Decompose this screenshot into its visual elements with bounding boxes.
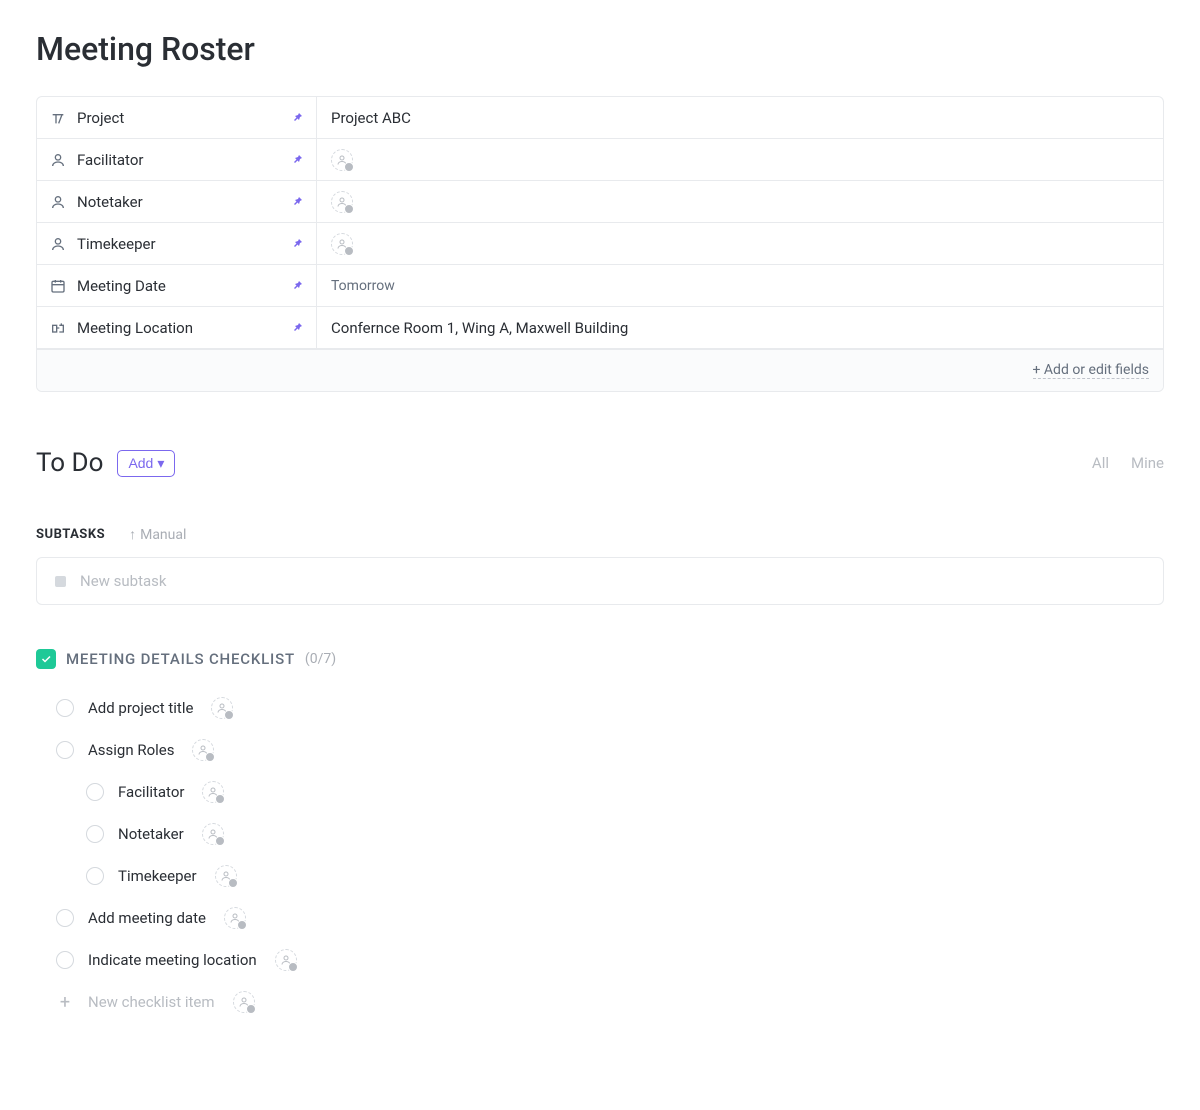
pin-icon[interactable] — [292, 235, 304, 253]
field-value[interactable]: Project ABC — [317, 97, 1163, 138]
checklist-item[interactable]: Assign Roles — [56, 729, 1164, 771]
calendar-icon — [49, 278, 67, 294]
checklist-radio[interactable] — [56, 699, 74, 717]
checklist-item-label: Facilitator — [118, 783, 184, 801]
add-button[interactable]: Add ▾ — [117, 450, 175, 477]
plus-icon: + — [56, 992, 74, 1013]
pin-icon[interactable] — [292, 277, 304, 295]
field-value[interactable] — [317, 181, 1163, 222]
chevron-down-icon: ▾ — [157, 455, 164, 472]
field-row-meeting-location: Meeting Location Confernce Room 1, Wing … — [37, 307, 1163, 349]
checklist-item-label: Notetaker — [118, 825, 184, 843]
person-icon — [49, 236, 67, 252]
empty-assignee-icon[interactable] — [275, 949, 297, 971]
field-row-meeting-date: Meeting Date Tomorrow — [37, 265, 1163, 307]
empty-assignee-icon[interactable] — [215, 865, 237, 887]
subtasks-label: SUBTASKS — [36, 527, 105, 542]
arrow-up-icon: ↑ — [129, 526, 136, 543]
pin-icon[interactable] — [292, 151, 304, 169]
new-subtask-input[interactable]: New subtask — [36, 557, 1164, 605]
location-icon — [49, 320, 67, 336]
checklist-icon — [36, 649, 56, 669]
new-checklist-item-label: New checklist item — [88, 993, 215, 1011]
checklist-item-label: Add meeting date — [88, 909, 206, 927]
checklist-header: MEETING DETAILS CHECKLIST (0/7) — [36, 649, 1164, 669]
new-subtask-placeholder: New subtask — [80, 572, 167, 590]
field-label-cell[interactable]: Meeting Date — [37, 265, 317, 306]
field-label: Notetaker — [77, 193, 143, 211]
pin-icon[interactable] — [292, 193, 304, 211]
field-label-cell[interactable]: Notetaker — [37, 181, 317, 222]
checklist-items: Add project title Assign Roles Facilitat… — [36, 687, 1164, 1023]
checklist-count: (0/7) — [305, 651, 336, 667]
todo-header: To Do Add ▾ All Mine — [36, 448, 1164, 478]
field-label: Meeting Date — [77, 277, 166, 295]
field-row-timekeeper: Timekeeper — [37, 223, 1163, 265]
subtasks-bar: SUBTASKS ↑ Manual — [36, 526, 1164, 543]
field-value[interactable]: Tomorrow — [317, 265, 1163, 306]
checklist-item[interactable]: Notetaker — [56, 813, 1164, 855]
tab-mine[interactable]: Mine — [1131, 454, 1164, 472]
field-row-project: Project Project ABC — [37, 97, 1163, 139]
empty-assignee-icon[interactable] — [331, 191, 353, 213]
fields-footer: + Add or edit fields — [37, 349, 1163, 391]
checklist-title[interactable]: MEETING DETAILS CHECKLIST — [66, 650, 295, 668]
empty-assignee-icon[interactable] — [233, 991, 255, 1013]
empty-assignee-icon[interactable] — [192, 739, 214, 761]
checklist-item[interactable]: Add meeting date — [56, 897, 1164, 939]
todo-title: To Do — [36, 448, 103, 478]
checklist-item-label: Add project title — [88, 699, 193, 717]
empty-assignee-icon[interactable] — [202, 781, 224, 803]
checklist-item-label: Timekeeper — [118, 867, 197, 885]
empty-assignee-icon[interactable] — [224, 907, 246, 929]
empty-assignee-icon[interactable] — [211, 697, 233, 719]
add-button-label: Add — [128, 455, 153, 471]
page-title: Meeting Roster — [36, 30, 1164, 68]
person-icon — [49, 194, 67, 210]
text-icon — [49, 110, 67, 126]
checklist-radio[interactable] — [86, 825, 104, 843]
checklist-radio[interactable] — [56, 909, 74, 927]
checklist-radio[interactable] — [86, 867, 104, 885]
field-label-cell[interactable]: Project — [37, 97, 317, 138]
checklist-section: MEETING DETAILS CHECKLIST (0/7) Add proj… — [36, 649, 1164, 1023]
field-row-notetaker: Notetaker — [37, 181, 1163, 223]
field-label-cell[interactable]: Facilitator — [37, 139, 317, 180]
checklist-radio[interactable] — [56, 951, 74, 969]
pin-icon[interactable] — [292, 109, 304, 127]
pin-icon[interactable] — [292, 319, 304, 337]
checklist-item[interactable]: Indicate meeting location — [56, 939, 1164, 981]
field-value[interactable] — [317, 223, 1163, 264]
empty-assignee-icon[interactable] — [202, 823, 224, 845]
field-label: Timekeeper — [77, 235, 156, 253]
todo-filter-tabs: All Mine — [1092, 454, 1164, 472]
new-checklist-item[interactable]: + New checklist item — [56, 981, 1164, 1023]
checklist-radio[interactable] — [86, 783, 104, 801]
field-label-cell[interactable]: Meeting Location — [37, 307, 317, 348]
field-label-cell[interactable]: Timekeeper — [37, 223, 317, 264]
field-row-facilitator: Facilitator — [37, 139, 1163, 181]
field-value[interactable]: Confernce Room 1, Wing A, Maxwell Buildi… — [317, 307, 1163, 348]
checklist-item-label: Assign Roles — [88, 741, 174, 759]
field-label: Facilitator — [77, 151, 143, 169]
checklist-item[interactable]: Timekeeper — [56, 855, 1164, 897]
field-label: Meeting Location — [77, 319, 193, 337]
checklist-item[interactable]: Facilitator — [56, 771, 1164, 813]
checklist-item-label: Indicate meeting location — [88, 951, 257, 969]
sort-mode-label: Manual — [140, 527, 186, 543]
person-icon — [49, 152, 67, 168]
tab-all[interactable]: All — [1092, 454, 1109, 472]
fields-table: Project Project ABC Facilitator — [36, 96, 1164, 392]
add-edit-fields-link[interactable]: + Add or edit fields — [1033, 362, 1150, 379]
sort-mode[interactable]: ↑ Manual — [129, 526, 186, 543]
field-label: Project — [77, 109, 124, 127]
field-value[interactable] — [317, 139, 1163, 180]
empty-assignee-icon[interactable] — [331, 149, 353, 171]
square-icon — [55, 576, 66, 587]
checklist-radio[interactable] — [56, 741, 74, 759]
empty-assignee-icon[interactable] — [331, 233, 353, 255]
checklist-item[interactable]: Add project title — [56, 687, 1164, 729]
